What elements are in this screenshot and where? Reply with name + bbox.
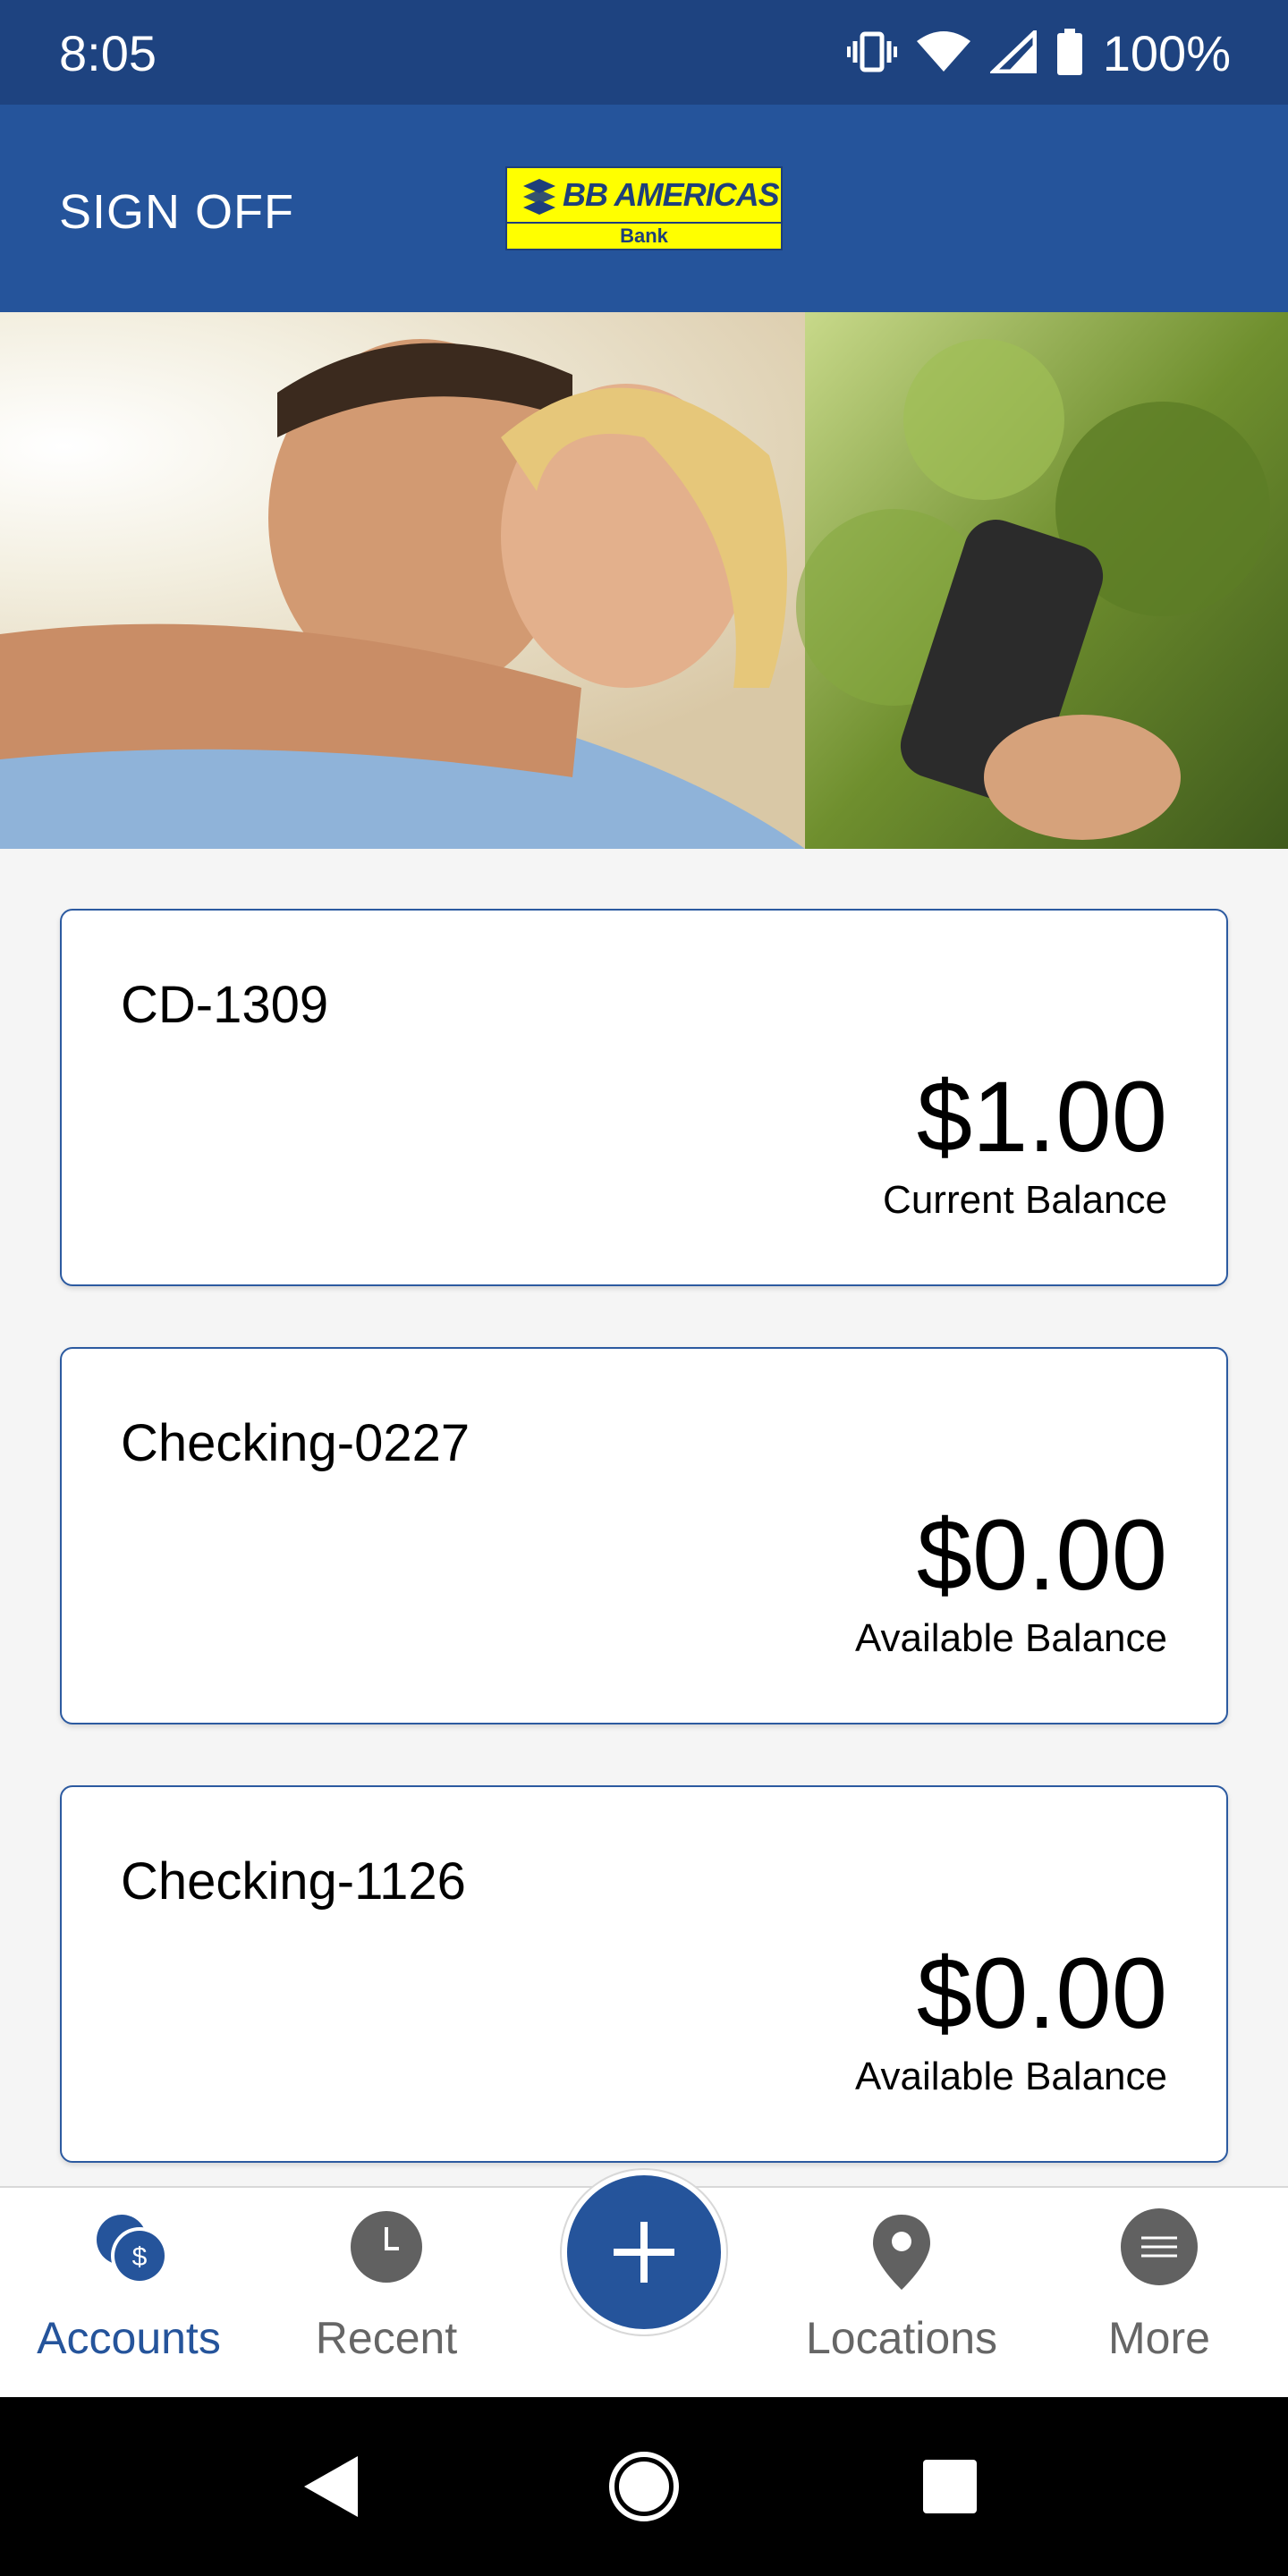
logo-text: BB AMERICAS	[563, 176, 780, 213]
account-balance-label: Available Balance	[855, 2055, 1167, 2098]
accounts-list: CD-1309 $1.00 Current Balance Checking-0…	[60, 909, 1228, 2224]
home-circle-icon	[599, 2452, 689, 2535]
account-card[interactable]: CD-1309 $1.00 Current Balance	[60, 909, 1228, 1286]
account-balance-amount: $1.00	[916, 1061, 1167, 1173]
account-name: CD-1309	[121, 976, 329, 1034]
logo-mark-icon	[520, 177, 559, 221]
back-button[interactable]	[288, 2442, 377, 2531]
nav-item-locations[interactable]: Locations	[773, 2188, 1030, 2399]
app-header: SIGN OFF BB AMERICAS Bank	[0, 105, 1288, 312]
battery-percent: 100%	[1102, 25, 1231, 81]
nav-item-accounts[interactable]: $ Accounts	[0, 2188, 258, 2399]
nav-label-more: More	[1108, 2313, 1210, 2363]
sign-off-button[interactable]: SIGN OFF	[59, 183, 294, 241]
battery-icon	[1056, 28, 1083, 80]
account-name: Checking-1126	[121, 1852, 466, 1911]
bank-logo: BB AMERICAS Bank	[505, 166, 783, 250]
status-bar: 8:05 100%	[0, 0, 1288, 105]
home-button[interactable]	[599, 2442, 689, 2531]
account-balance-amount: $0.00	[916, 1937, 1167, 2049]
clock-icon	[351, 2211, 422, 2283]
nav-item-recent[interactable]: Recent	[258, 2188, 515, 2399]
account-balance-label: Current Balance	[883, 1178, 1167, 1222]
account-balance-label: Available Balance	[855, 1616, 1167, 1660]
hero-photo	[0, 312, 1288, 849]
wifi-icon	[916, 30, 970, 78]
menu-icon	[1121, 2208, 1198, 2285]
accounts-icon: $	[93, 2211, 168, 2284]
add-button[interactable]	[562, 2170, 726, 2334]
recents-square-icon	[905, 2460, 995, 2535]
svg-text:$: $	[132, 2242, 148, 2272]
signal-icon	[987, 26, 1038, 78]
nav-label-locations: Locations	[805, 2313, 998, 2363]
back-triangle-icon	[288, 2456, 377, 2535]
nav-label-accounts: Accounts	[37, 2313, 221, 2363]
status-icons: 100%	[846, 25, 1231, 82]
account-card[interactable]: Checking-1126 $0.00 Available Balance	[60, 1785, 1228, 2163]
account-card[interactable]: Checking-0227 $0.00 Available Balance	[60, 1347, 1228, 1724]
hero-image	[0, 312, 1288, 849]
system-nav-bar	[0, 2397, 1288, 2576]
nav-label-recent: Recent	[315, 2313, 458, 2363]
recents-button[interactable]	[905, 2442, 995, 2531]
logo-subtext: Bank	[507, 222, 781, 249]
nav-item-more[interactable]: More	[1030, 2188, 1288, 2399]
account-name: Checking-0227	[121, 1414, 470, 1472]
location-pin-icon	[866, 2211, 937, 2290]
vibrate-icon	[846, 30, 897, 78]
status-time: 8:05	[59, 25, 157, 81]
plus-icon	[614, 2222, 674, 2287]
account-balance-amount: $0.00	[916, 1499, 1167, 1611]
